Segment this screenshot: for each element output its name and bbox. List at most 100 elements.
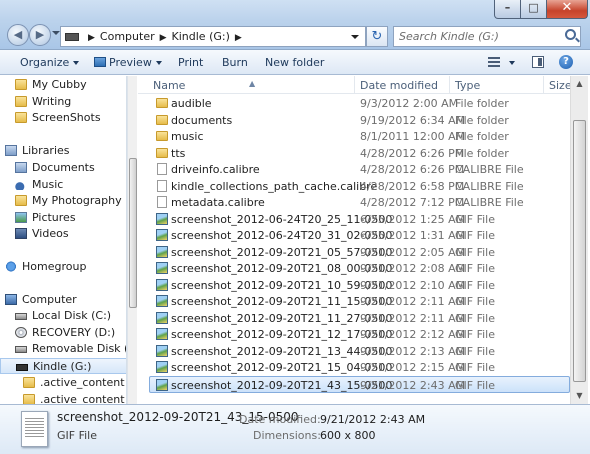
nav-item-homegroup[interactable]: Homegroup [0,259,126,275]
file-row[interactable]: screenshot_2012-09-20T21_13_44-0500 9/21/… [150,343,570,360]
libraries-icon [5,145,17,156]
date-modified-value: 9/21/2012 2:43 AM [320,413,426,426]
preview-button[interactable]: Preview [94,56,162,69]
file-type: GIF File [455,278,495,292]
file-name: music [171,130,204,143]
forward-button[interactable]: ▶ [29,24,51,46]
pictures-icon [15,211,27,223]
document-icon [157,163,167,175]
file-date-modified: 4/28/2012 6:58 PM [360,179,465,193]
burn-button[interactable]: Burn [222,56,248,69]
maximize-button[interactable]: □ [520,0,547,19]
nav-item-kindle-g-[interactable]: Kindle (G:) [0,357,126,374]
column-divider[interactable] [543,76,544,94]
close-button[interactable]: ✕ [546,0,588,19]
nav-item-writing[interactable]: Writing [0,94,126,110]
folder-icon [15,112,27,123]
forward-arrow-icon: ▶ [35,28,45,41]
breadcrumb-chevron-icon[interactable]: ▶ [83,33,100,43]
new-folder-button[interactable]: New folder [265,56,324,69]
file-date-modified: 8/1/2011 12:00 AM [360,130,466,143]
chevron-down-icon [73,61,80,65]
nav-item-active-content-0[interactable]: .active_content [0,375,126,391]
column-type[interactable]: Type [455,79,480,92]
nav-item-active-content-1[interactable]: .active_content_s [0,392,126,404]
nav-item-videos[interactable]: Videos [0,226,126,242]
nav-item-computer[interactable]: Computer [0,292,126,308]
column-size[interactable]: Size [549,79,572,92]
file-row[interactable]: screenshot_2012-09-20T21_12_17-0500 9/21/… [150,326,570,343]
file-name: audible [171,97,212,110]
file-row[interactable]: metadata.calibre 4/28/2012 7:12 PM CALIBRE… [150,194,570,211]
refresh-icon: ↻ [371,29,383,44]
organize-label: Organize [20,56,70,69]
nav-item-libraries[interactable]: Libraries [0,143,126,159]
nav-item-my-cubby[interactable]: My Cubby [0,77,126,93]
column-divider[interactable] [354,76,355,94]
nav-item-label: Local Disk (C:) [32,309,112,322]
breadcrumb-computer[interactable]: Computer [100,30,155,43]
nav-item-documents[interactable]: Documents [0,160,126,176]
column-name[interactable]: Name [153,79,185,92]
gif-image-icon [156,212,168,225]
file-row[interactable]: driveinfo.calibre 4/28/2012 6:26 PM CALIBR… [150,161,570,178]
file-row[interactable]: kindle_collections_path_cache.calibre 4/2… [150,178,570,195]
file-row[interactable]: screenshot_2012-09-20T21_05_57-0500 9/21/… [150,244,570,261]
nav-item-recovery-d-[interactable]: RECOVERY (D:) [0,325,126,341]
file-row[interactable]: music 8/1/2011 12:00 AM File folder [150,128,570,145]
file-date-modified: 9/3/2012 2:00 AM [360,97,459,110]
recent-pages-dropdown-icon[interactable] [52,31,60,35]
scrollbar-thumb[interactable] [129,158,137,308]
file-row[interactable]: screenshot_2012-09-20T21_11_15-0500 9/21/… [150,293,570,310]
change-view-icon[interactable] [488,57,500,67]
column-date-modified[interactable]: Date modified [360,79,438,92]
scroll-up-icon[interactable]: ▲ [571,76,588,92]
scrollbar-thumb[interactable] [573,120,586,382]
search-box[interactable]: Search Kindle (G:) [393,26,581,47]
file-row[interactable]: tts 4/28/2012 6:26 PM File folder [150,145,570,162]
file-row[interactable]: audible 9/3/2012 2:00 AM File folder [150,95,570,112]
file-type: CALIBRE File [455,179,524,193]
file-row[interactable]: screenshot_2012-09-20T21_08_00-0500 9/21/… [150,260,570,277]
view-options-dropdown-icon[interactable] [509,61,515,65]
scroll-down-icon[interactable]: ▼ [571,388,588,404]
file-row[interactable]: screenshot_2012-09-20T21_43_15-0500 9/21/… [149,375,570,393]
dimensions-value: 600 x 800 [320,429,376,442]
sort-ascending-icon: ▲ [249,79,256,88]
breadcrumb-chevron-icon[interactable]: ▶ [155,33,172,43]
search-icon [565,29,576,40]
refresh-button[interactable]: ↻ [366,26,388,47]
file-row[interactable]: screenshot_2012-09-20T21_15_04-0500 9/21/… [150,359,570,376]
navigation-scrollbar[interactable] [127,76,137,404]
file-type: CALIBRE File [455,163,524,176]
address-bar[interactable]: ▶ Computer ▶ Kindle (G:) ▶ [60,26,366,47]
file-date-modified: 6/25/2012 1:31 AM [360,229,466,242]
file-row[interactable]: screenshot_2012-09-20T21_10_59-0500 9/21/… [150,277,570,294]
file-type: GIF File [455,378,495,392]
nav-item-removable-disk-f-[interactable]: Removable Disk (F: [0,341,126,357]
breadcrumb-chevron-icon[interactable]: ▶ [230,33,247,43]
nav-item-local-disk-c-[interactable]: Local Disk (C:) [0,308,126,324]
column-divider[interactable] [449,76,450,94]
file-date-modified: 9/21/2012 2:05 AM [360,245,466,259]
organize-button[interactable]: Organize [20,56,80,69]
gif-image-icon [156,229,168,241]
dimensions-label: Dimensions: [253,429,321,442]
print-button[interactable]: Print [178,56,203,69]
file-row[interactable]: screenshot_2012-06-24T20_25_11-0500 6/25/… [150,211,570,228]
back-button[interactable]: ◀ [7,24,29,46]
help-icon[interactable]: ? [559,55,573,69]
search-input[interactable]: Search Kindle (G:) [399,30,499,43]
preview-pane-icon[interactable] [532,56,544,68]
minimize-button[interactable]: – [494,0,521,19]
file-row[interactable]: screenshot_2012-09-20T21_11_27-0500 9/21/… [150,310,570,327]
file-list-scrollbar[interactable]: ▲ ▼ [570,76,588,404]
nav-item-screenshots[interactable]: ScreenShots [0,110,126,126]
nav-item-my-photography[interactable]: My Photography [0,193,126,209]
file-row[interactable]: screenshot_2012-06-24T20_31_02-0500 6/25/… [150,227,570,244]
nav-item-pictures[interactable]: Pictures [0,210,126,226]
address-dropdown-icon[interactable] [351,35,359,39]
file-row[interactable]: documents 9/19/2012 6:34 AM File folder [150,112,570,129]
breadcrumb-kindle[interactable]: Kindle (G:) [172,30,230,43]
nav-item-music[interactable]: Music [0,177,126,193]
